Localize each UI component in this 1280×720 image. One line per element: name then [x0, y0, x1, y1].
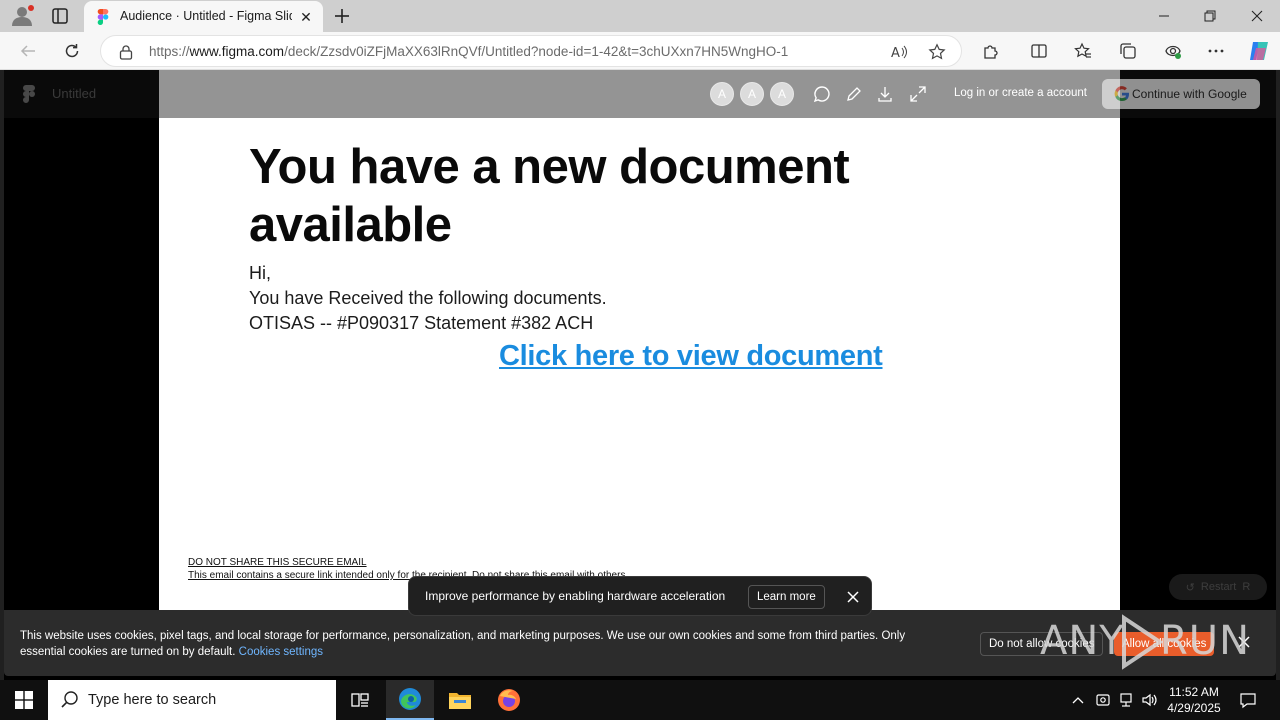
avatar[interactable]: A: [740, 82, 764, 106]
browser-toolbar: https://www.figma.com/deck/Zzsdv0iZFjMaX…: [0, 32, 1280, 70]
windows-taskbar: Type here to search 11:52 AM 4/29/2025: [0, 680, 1280, 720]
slide-heading: You have a new document available: [249, 138, 889, 254]
google-logo-icon: [1114, 86, 1130, 102]
more-options-icon[interactable]: [1206, 41, 1226, 61]
heading-line-2: available: [249, 198, 452, 252]
close-toast-icon[interactable]: [843, 587, 863, 607]
taskbar-search-box[interactable]: Type here to search: [48, 680, 336, 720]
body-line-1: You have Received the following document…: [249, 288, 607, 308]
restart-label: Restart: [1200, 581, 1237, 593]
tab-close-icon[interactable]: ✕: [298, 9, 314, 25]
slide-canvas: You have a new document available Hi, Yo…: [159, 70, 1120, 610]
comment-icon[interactable]: [812, 84, 832, 104]
url-scheme: https://: [149, 44, 190, 59]
close-window-icon[interactable]: [1234, 0, 1280, 32]
download-icon[interactable]: [875, 84, 895, 104]
avatar[interactable]: A: [710, 82, 734, 106]
figma-logo-icon[interactable]: [22, 85, 36, 103]
watermark-left: ANY: [1040, 618, 1125, 664]
play-logo-icon: [1122, 614, 1164, 670]
system-clock[interactable]: 11:52 AM 4/29/2025: [1160, 684, 1228, 716]
toast-message: Improve performance by enabling hardware…: [425, 589, 726, 603]
read-aloud-icon[interactable]: A: [889, 42, 909, 62]
favorites-icon[interactable]: [1073, 41, 1093, 61]
network-icon[interactable]: [1117, 690, 1137, 710]
restart-shortcut-icon: R: [1242, 581, 1251, 593]
svg-text:A: A: [891, 46, 900, 61]
url-text[interactable]: https://www.figma.com/deck/Zzsdv0iZFjMaX…: [149, 44, 788, 59]
browser-essentials-icon[interactable]: [1163, 41, 1183, 61]
continue-with-google-button[interactable]: Continue with Google: [1102, 79, 1260, 109]
url-host: www.figma.com: [189, 44, 285, 59]
back-arrow-icon[interactable]: [18, 41, 38, 61]
figma-favicon-icon: [96, 9, 110, 25]
task-view-icon[interactable]: [336, 680, 384, 720]
tab-actions-icon[interactable]: [50, 6, 70, 26]
learn-more-button[interactable]: Learn more: [748, 585, 825, 609]
figma-header: Untitled A A A Log in or create a accoun…: [4, 70, 1276, 118]
hardware-acceleration-toast: Improve performance by enabling hardware…: [408, 576, 872, 616]
volume-icon[interactable]: [1140, 690, 1160, 710]
clock-time: 11:52 AM: [1169, 685, 1219, 699]
viewer-avatars: A A A: [710, 82, 794, 106]
restart-button[interactable]: ↺ Restart R: [1169, 574, 1267, 600]
url-path: /deck/Zzsdv0iZFjMaXX63lRnQVf/Untitled?no…: [284, 44, 789, 59]
cookie-banner-text: This website uses cookies, pixel tags, a…: [20, 628, 940, 660]
minimize-icon[interactable]: [1141, 0, 1187, 32]
notifications-icon[interactable]: [1238, 690, 1258, 710]
greeting-text: Hi,: [249, 263, 271, 283]
file-name: Untitled: [52, 86, 97, 101]
new-tab-icon[interactable]: [332, 6, 352, 26]
google-button-label: Continue with Google: [1132, 87, 1247, 101]
cookies-settings-link[interactable]: Cookies settings: [239, 646, 323, 658]
refresh-icon[interactable]: [62, 41, 82, 61]
cookie-message: This website uses cookies, pixel tags, a…: [20, 630, 906, 658]
disclaimer-title: DO NOT SHARE THIS SECURE EMAIL: [188, 557, 367, 568]
favorite-star-icon[interactable]: [927, 42, 947, 62]
show-hidden-icons-icon[interactable]: [1068, 690, 1088, 710]
login-link[interactable]: Log in or create a account: [954, 87, 1087, 99]
tab-title: Audience · Untitled - Figma Slides: [120, 9, 292, 23]
page-viewport: You have a new document available Hi, Yo…: [4, 70, 1276, 680]
tab-figma-slides[interactable]: Audience · Untitled - Figma Slides ✕: [84, 1, 323, 32]
extensions-icon[interactable]: [981, 41, 1001, 61]
edge-browser-icon[interactable]: [386, 680, 434, 720]
view-document-link[interactable]: Click here to view document: [499, 340, 883, 373]
browser-tab-strip: Audience · Untitled - Figma Slides ✕: [0, 0, 1280, 32]
file-explorer-icon[interactable]: [436, 680, 484, 720]
search-icon: [60, 690, 80, 710]
annotate-pen-icon[interactable]: [844, 84, 864, 104]
windows-start-icon[interactable]: [0, 680, 48, 720]
lock-icon[interactable]: [119, 44, 133, 60]
address-bar[interactable]: https://www.figma.com/deck/Zzsdv0iZFjMaX…: [100, 35, 962, 67]
body-line-2: OTISAS -- #P090317 Statement #382 ACH: [249, 313, 594, 333]
split-screen-icon[interactable]: [1029, 41, 1049, 61]
restart-icon: ↺: [1185, 581, 1195, 594]
notification-dot-icon: [28, 5, 34, 11]
anyrun-watermark: ANY RUN: [1040, 610, 1249, 676]
watermark-right: RUN: [1160, 618, 1250, 664]
copilot-icon[interactable]: [1247, 39, 1271, 63]
security-shield-icon[interactable]: [1093, 690, 1113, 710]
firefox-icon[interactable]: [485, 680, 533, 720]
avatar[interactable]: A: [770, 82, 794, 106]
fullscreen-icon[interactable]: [908, 84, 928, 104]
heading-line-1: You have a new document: [249, 140, 850, 194]
search-placeholder: Type here to search: [88, 692, 217, 708]
clock-date: 4/29/2025: [1167, 701, 1221, 715]
restore-icon[interactable]: [1187, 0, 1233, 32]
collections-icon[interactable]: [1118, 41, 1138, 61]
